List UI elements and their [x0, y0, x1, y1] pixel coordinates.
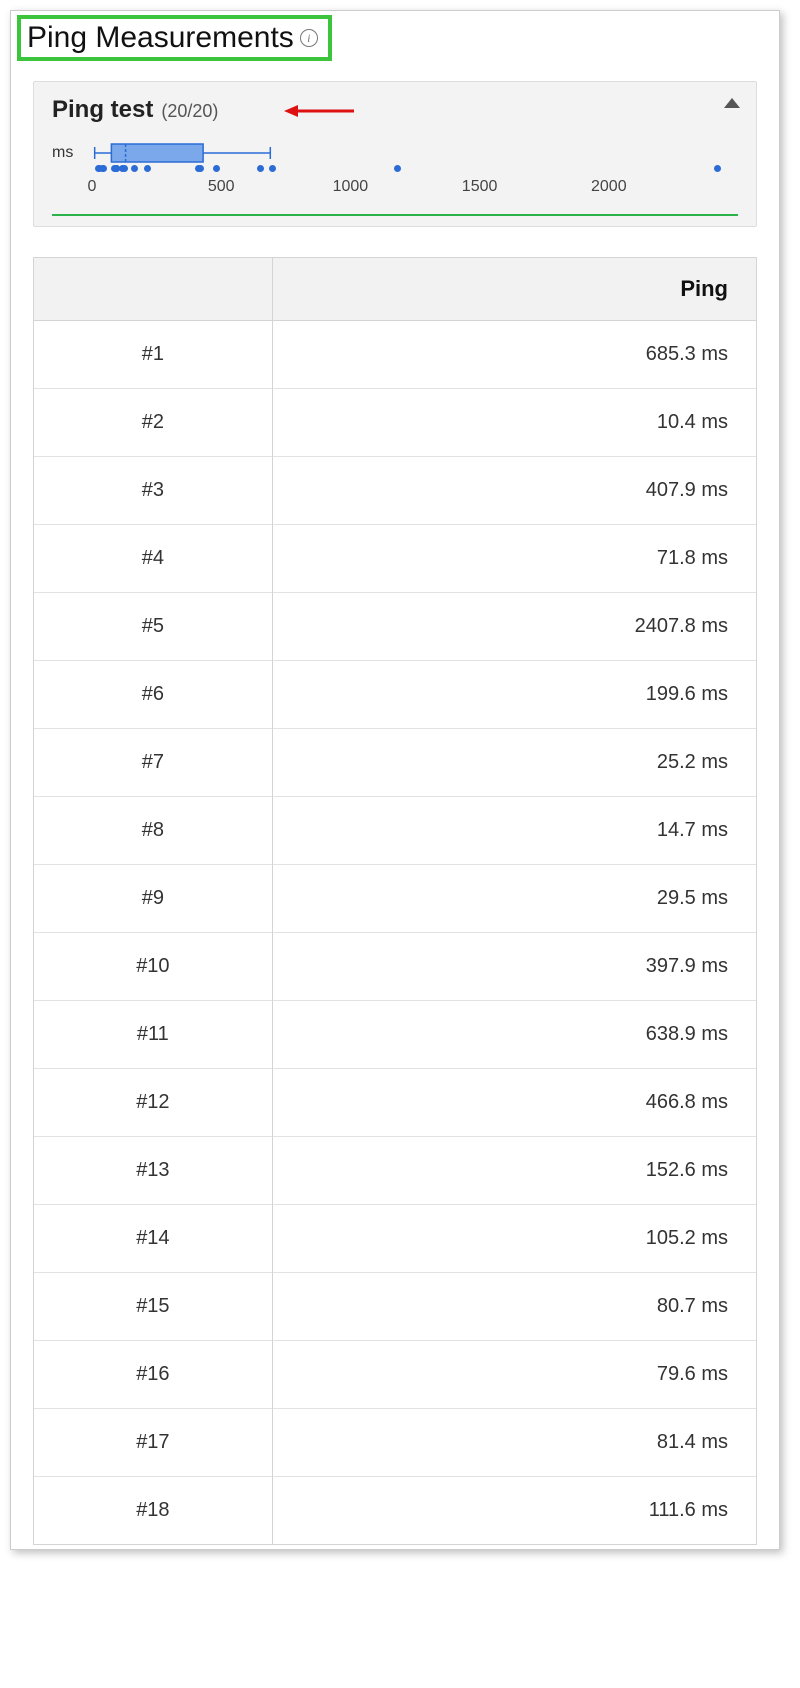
table-header-row: Ping — [34, 258, 756, 321]
table-row: #13152.6 ms — [34, 1137, 756, 1205]
ping-table: Ping #1685.3 ms#210.4 ms#3407.9 ms#471.8… — [33, 257, 757, 1545]
row-index: #4 — [34, 525, 272, 593]
row-index: #10 — [34, 933, 272, 1001]
info-icon[interactable]: i — [300, 29, 318, 47]
row-index: #8 — [34, 797, 272, 865]
row-ping-value: 638.9 ms — [272, 1001, 756, 1069]
table-row: #1580.7 ms — [34, 1273, 756, 1341]
table-row: #929.5 ms — [34, 865, 756, 933]
table-row: #6199.6 ms — [34, 661, 756, 729]
row-ping-value: 466.8 ms — [272, 1069, 756, 1137]
table-row: #11638.9 ms — [34, 1001, 756, 1069]
section-count: (20/20) — [161, 101, 218, 122]
row-index: #18 — [34, 1477, 272, 1545]
row-index: #14 — [34, 1205, 272, 1273]
row-ping-value: 81.4 ms — [272, 1409, 756, 1477]
table-row: #210.4 ms — [34, 389, 756, 457]
row-ping-value: 25.2 ms — [272, 729, 756, 797]
data-point — [269, 165, 276, 172]
table-row: #725.2 ms — [34, 729, 756, 797]
axis-tick: 2000 — [591, 178, 627, 196]
row-ping-value: 80.7 ms — [272, 1273, 756, 1341]
data-point — [100, 165, 107, 172]
boxplot-svg — [92, 142, 738, 164]
data-point — [121, 165, 128, 172]
section-title: Ping test — [52, 96, 153, 124]
table-row: #1679.6 ms — [34, 1341, 756, 1409]
table-row: #814.7 ms — [34, 797, 756, 865]
row-index: #1 — [34, 321, 272, 389]
row-index: #5 — [34, 593, 272, 661]
row-ping-value: 105.2 ms — [272, 1205, 756, 1273]
axis-tick: 500 — [208, 178, 235, 196]
row-index: #11 — [34, 1001, 272, 1069]
row-index: #7 — [34, 729, 272, 797]
boxplot-points — [92, 164, 738, 174]
table-row: #18111.6 ms — [34, 1477, 756, 1545]
table-row: #14105.2 ms — [34, 1205, 756, 1273]
row-index: #17 — [34, 1409, 272, 1477]
boxplot-axis: 0500100015002000 — [92, 176, 738, 204]
table-row: #10397.9 ms — [34, 933, 756, 1001]
table-header-ping: Ping — [272, 258, 756, 321]
ping-test-section: Ping test (20/20) ms 0 500 1000 1500 2000 — [33, 81, 757, 227]
data-point — [197, 165, 204, 172]
row-index: #15 — [34, 1273, 272, 1341]
row-ping-value: 71.8 ms — [272, 525, 756, 593]
table-row: #471.8 ms — [34, 525, 756, 593]
row-ping-value: 407.9 ms — [272, 457, 756, 525]
table-row: #3407.9 ms — [34, 457, 756, 525]
section-header[interactable]: Ping test (20/20) — [52, 96, 738, 124]
row-index: #3 — [34, 457, 272, 525]
table-row: #12466.8 ms — [34, 1069, 756, 1137]
row-ping-value: 397.9 ms — [272, 933, 756, 1001]
table-header-index — [34, 258, 272, 321]
section-divider — [52, 214, 738, 216]
row-ping-value: 10.4 ms — [272, 389, 756, 457]
collapse-icon[interactable] — [724, 98, 740, 108]
axis-tick: 1000 — [333, 178, 369, 196]
panel-title-highlight: Ping Measurements i — [17, 15, 332, 61]
row-index: #16 — [34, 1341, 272, 1409]
axis-tick: 1500 — [462, 178, 498, 196]
ping-measurements-panel: Ping Measurements i Ping test (20/20) ms… — [10, 10, 780, 1550]
row-ping-value: 29.5 ms — [272, 865, 756, 933]
row-index: #6 — [34, 661, 272, 729]
row-ping-value: 2407.8 ms — [272, 593, 756, 661]
table-row: #1685.3 ms — [34, 321, 756, 389]
data-point — [714, 165, 721, 172]
data-point — [213, 165, 220, 172]
row-ping-value: 14.7 ms — [272, 797, 756, 865]
boxplot-chart: ms 0 500 1000 1500 2000 — [52, 142, 738, 216]
table-row: #1781.4 ms — [34, 1409, 756, 1477]
axis-tick: 0 — [88, 178, 97, 196]
panel-header: Ping Measurements i — [11, 11, 779, 63]
unit-label: ms — [52, 144, 86, 162]
row-ping-value: 79.6 ms — [272, 1341, 756, 1409]
row-index: #9 — [34, 865, 272, 933]
row-ping-value: 199.6 ms — [272, 661, 756, 729]
table-row: #52407.8 ms — [34, 593, 756, 661]
row-index: #2 — [34, 389, 272, 457]
row-index: #12 — [34, 1069, 272, 1137]
row-ping-value: 111.6 ms — [272, 1477, 756, 1545]
data-point — [257, 165, 264, 172]
row-ping-value: 152.6 ms — [272, 1137, 756, 1205]
data-point — [394, 165, 401, 172]
row-index: #13 — [34, 1137, 272, 1205]
data-point — [131, 165, 138, 172]
row-ping-value: 685.3 ms — [272, 321, 756, 389]
panel-title: Ping Measurements — [27, 21, 294, 55]
data-point — [144, 165, 151, 172]
